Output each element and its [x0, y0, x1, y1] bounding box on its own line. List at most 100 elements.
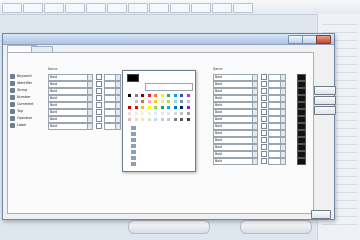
color-swatch[interactable]: [185, 111, 191, 116]
left-style-row[interactable]: Label Bold: [8, 123, 138, 130]
color-swatch[interactable]: [159, 105, 165, 110]
color-swatch[interactable]: [159, 117, 165, 122]
color-swatch[interactable]: [185, 99, 191, 104]
toolbar-button[interactable]: [2, 3, 22, 13]
color-swatch[interactable]: [153, 99, 158, 104]
color-combo[interactable]: [268, 130, 286, 137]
color-swatch[interactable]: [172, 93, 178, 98]
back-color-combo[interactable]: [104, 95, 121, 102]
color-swatch[interactable]: [185, 93, 191, 98]
color-swatch[interactable]: [179, 99, 184, 104]
left-style-row[interactable]: Comment Bold: [8, 102, 138, 109]
style-combo[interactable]: Bold: [213, 116, 258, 123]
style-combo[interactable]: Bold: [48, 88, 93, 95]
dialog-button-1[interactable]: [314, 86, 336, 95]
style-combo[interactable]: Bold: [48, 102, 93, 109]
fore-color-swatch[interactable]: [297, 158, 306, 165]
left-style-row[interactable]: Keyword Bold: [8, 74, 138, 81]
fore-color-swatch[interactable]: [297, 95, 306, 102]
style-checkbox[interactable]: [96, 88, 102, 94]
style-combo[interactable]: Bold: [213, 81, 258, 88]
fore-color-swatch[interactable]: [297, 102, 306, 109]
style-checkbox[interactable]: [261, 144, 267, 150]
color-swatch[interactable]: [127, 93, 132, 98]
color-swatch[interactable]: [172, 117, 178, 122]
color-swatch[interactable]: [146, 93, 152, 98]
style-combo[interactable]: Bold: [213, 74, 258, 81]
color-combo[interactable]: [268, 102, 286, 109]
style-checkbox[interactable]: [96, 109, 102, 115]
dialog-button-3[interactable]: [314, 106, 336, 115]
dialog-button-ok[interactable]: [311, 210, 331, 219]
style-checkbox[interactable]: [261, 74, 267, 80]
color-swatch[interactable]: [146, 105, 152, 110]
style-combo[interactable]: Bold: [48, 123, 93, 130]
toolbar-button[interactable]: [107, 3, 127, 13]
color-swatch[interactable]: [133, 117, 139, 122]
color-swatch[interactable]: [179, 111, 184, 116]
popup-selected-swatch[interactable]: [127, 74, 139, 82]
color-swatch[interactable]: [185, 105, 191, 110]
color-swatch[interactable]: [140, 117, 145, 122]
style-combo[interactable]: Bold: [48, 109, 93, 116]
style-checkbox[interactable]: [261, 95, 267, 101]
color-swatch[interactable]: [133, 111, 139, 116]
color-combo[interactable]: [268, 144, 286, 151]
color-swatch[interactable]: [153, 111, 158, 116]
style-combo[interactable]: Bold: [213, 137, 258, 144]
color-swatch[interactable]: [159, 93, 165, 98]
color-swatch[interactable]: [140, 105, 145, 110]
style-combo[interactable]: Bold: [213, 123, 258, 130]
style-checkbox[interactable]: [96, 74, 102, 80]
color-swatch[interactable]: [159, 99, 165, 104]
style-checkbox[interactable]: [96, 81, 102, 87]
toolbar-button[interactable]: [149, 3, 169, 13]
color-swatch[interactable]: [127, 99, 132, 104]
style-checkbox[interactable]: [96, 123, 102, 129]
color-swatch[interactable]: [166, 105, 171, 110]
color-swatch[interactable]: [146, 111, 152, 116]
back-color-combo[interactable]: [104, 74, 121, 81]
style-combo[interactable]: Bold: [213, 88, 258, 95]
style-combo[interactable]: Bold: [213, 95, 258, 102]
toolbar-button[interactable]: [65, 3, 85, 13]
color-swatch[interactable]: [166, 93, 171, 98]
fore-color-swatch[interactable]: [297, 116, 306, 123]
color-combo[interactable]: [268, 109, 286, 116]
toolbar-button[interactable]: [44, 3, 64, 13]
style-checkbox[interactable]: [261, 116, 267, 122]
left-style-row[interactable]: String Bold: [8, 88, 138, 95]
style-combo[interactable]: Bold: [213, 130, 258, 137]
style-combo[interactable]: Bold: [213, 151, 258, 158]
left-style-row[interactable]: Number Bold: [8, 95, 138, 102]
style-combo[interactable]: Bold: [213, 102, 258, 109]
color-swatch[interactable]: [153, 93, 158, 98]
color-swatch[interactable]: [153, 117, 158, 122]
color-swatch[interactable]: [133, 93, 139, 98]
color-combo[interactable]: [268, 81, 286, 88]
color-combo[interactable]: [268, 116, 286, 123]
toolbar-button[interactable]: [86, 3, 106, 13]
style-checkbox[interactable]: [261, 123, 267, 129]
color-swatch[interactable]: [127, 117, 132, 122]
color-swatch[interactable]: [146, 99, 152, 104]
left-style-row[interactable]: Identifier Bold: [8, 81, 138, 88]
fore-color-swatch[interactable]: [297, 74, 306, 81]
fore-color-swatch[interactable]: [297, 151, 306, 158]
minimize-button[interactable]: [288, 35, 303, 44]
color-swatch[interactable]: [179, 93, 184, 98]
fore-color-swatch[interactable]: [297, 88, 306, 95]
style-checkbox[interactable]: [261, 102, 267, 108]
close-button[interactable]: [316, 35, 331, 44]
color-swatch[interactable]: [153, 105, 158, 110]
style-combo[interactable]: Bold: [213, 109, 258, 116]
color-swatch[interactable]: [146, 117, 152, 122]
style-checkbox[interactable]: [96, 116, 102, 122]
fore-color-swatch[interactable]: [297, 123, 306, 130]
left-style-row[interactable]: Tag Bold: [8, 109, 138, 116]
color-swatch[interactable]: [172, 105, 178, 110]
color-swatch[interactable]: [172, 99, 178, 104]
color-combo[interactable]: [268, 88, 286, 95]
toolbar-button[interactable]: [233, 3, 253, 13]
back-color-combo[interactable]: [104, 123, 121, 130]
